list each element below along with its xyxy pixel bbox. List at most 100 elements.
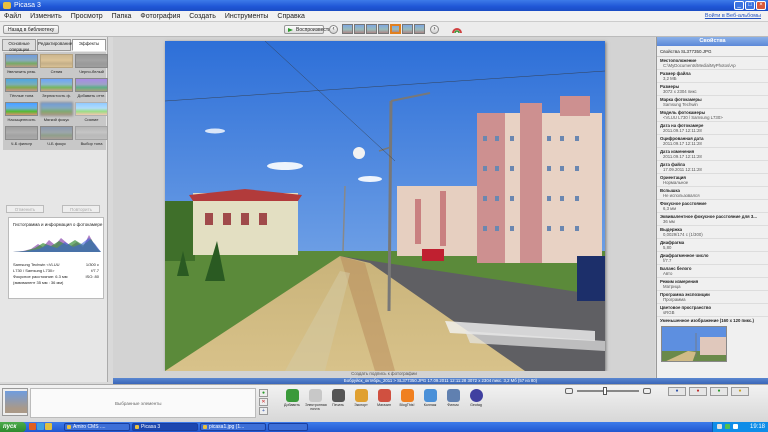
desktop-icon[interactable]	[37, 423, 44, 430]
play-button[interactable]: Воспроизвести	[284, 25, 331, 34]
zoom-knob[interactable]	[603, 387, 607, 395]
property-value: Авто	[663, 271, 673, 276]
filmstrip-thumb[interactable]	[354, 24, 365, 34]
effect-sharpen[interactable]: Увеличить резк.	[5, 54, 38, 76]
effect-saturation[interactable]: Насыщенность	[5, 102, 38, 124]
menu-create[interactable]: Создать	[189, 13, 216, 20]
window-controls: _ □ ×	[734, 1, 766, 10]
photo-caption-field[interactable]: Создать подпись к фотографии	[113, 371, 655, 378]
shop-icon	[377, 389, 391, 402]
zoom-track[interactable]	[577, 390, 639, 392]
folder-icon[interactable]	[45, 423, 52, 430]
undo-button[interactable]: Отменить	[6, 205, 44, 213]
effect-soft-focus[interactable]: Мягкий фокус	[40, 102, 73, 124]
menu-folder[interactable]: Папка	[112, 13, 132, 20]
filmstrip-thumb[interactable]	[342, 24, 353, 34]
hold-icon[interactable]: ●	[259, 389, 268, 397]
menu-file[interactable]: Файл	[4, 13, 21, 20]
menu-edit[interactable]: Изменить	[30, 13, 62, 20]
menu-tools[interactable]: Инструменты	[225, 13, 269, 20]
tags-icon[interactable]: ●	[710, 387, 728, 396]
email-button[interactable]: Электронная почта	[305, 389, 327, 411]
blogger-icon	[400, 389, 414, 402]
property-value: 6,3 мм	[663, 206, 677, 211]
geotag-button[interactable]: Geotag	[466, 389, 486, 411]
browser-icon[interactable]	[29, 423, 36, 430]
blogthis-button[interactable]: BlogThis!	[397, 389, 417, 411]
action-buttons: Добавить Электронная почта Печать Экспор…	[282, 389, 486, 411]
task-extra[interactable]	[268, 423, 308, 431]
places-icon[interactable]: ●	[689, 387, 707, 396]
selection-strip: Выбранные элементы	[30, 388, 256, 418]
photo-tray[interactable]	[2, 388, 28, 416]
action-label: Фильм	[447, 403, 459, 407]
histogram-panel: Гистограмма и информация о фотокамере Sa…	[8, 217, 104, 299]
maximize-button[interactable]: □	[745, 1, 755, 10]
back-to-library-button[interactable]: Назад в библиотеку	[3, 25, 60, 34]
effect-bw-focus[interactable]: Ч-Б фокус	[40, 126, 73, 148]
tab-basic[interactable]: Основные операции	[2, 39, 36, 52]
effect-bw-filter[interactable]: Ч-Б фильтр	[5, 126, 38, 148]
next-photo-button[interactable]: ›	[430, 25, 439, 34]
filmstrip-thumb[interactable]	[402, 24, 413, 34]
minimize-button[interactable]: _	[734, 1, 744, 10]
shop-button[interactable]: Магазин	[374, 389, 394, 411]
effect-label: Черно-белый	[79, 69, 104, 74]
zoom-out-icon[interactable]	[565, 388, 573, 394]
effect-bw[interactable]: Черно-белый	[75, 54, 108, 76]
network-icon[interactable]	[717, 424, 722, 429]
security-icon[interactable]	[725, 424, 730, 429]
effect-filtered-bw[interactable]: Выбор тона	[75, 126, 108, 148]
add-to-album-icon[interactable]: +	[259, 407, 268, 415]
effect-sepia[interactable]: Сепия	[40, 54, 73, 76]
sign-in-link[interactable]: Войти в Веб-альбомы	[705, 11, 761, 22]
property-value: Программа	[663, 297, 686, 302]
property-value: 3,2 МБ	[663, 76, 677, 81]
color-wheel-icon[interactable]	[452, 25, 462, 34]
property-value: 2011.09.17 12:11:28	[663, 154, 702, 159]
property-row: Оцифрованная дата 2011.09.17 12:11:28	[657, 135, 768, 148]
effect-thumbnail	[5, 126, 38, 140]
movie-button[interactable]: Фильм	[443, 389, 463, 411]
collage-button[interactable]: Коллаж	[420, 389, 440, 411]
filmstrip-thumb-selected[interactable]	[390, 24, 401, 34]
export-button[interactable]: Экспорт	[351, 389, 371, 411]
effect-thumbnail	[75, 126, 108, 140]
volume-icon[interactable]	[733, 424, 738, 429]
task-amiro[interactable]: Amiro CMS ....	[64, 423, 130, 431]
action-label: Магазин	[377, 403, 391, 407]
filmstrip-thumb[interactable]	[366, 24, 377, 34]
filmstrip-thumb[interactable]	[414, 24, 425, 34]
filmstrip	[342, 24, 425, 34]
effect-grain[interactable]: Зернистость ф.	[40, 78, 73, 100]
property-row: Вспышка Не использовался	[657, 187, 768, 200]
menu-bar: Файл Изменить Просмотр Папка Фотография …	[0, 11, 768, 22]
task-picasa-jpg[interactable]: picasa1.jpg (1...	[200, 423, 266, 431]
print-button[interactable]: Печать	[328, 389, 348, 411]
redo-button[interactable]: Повторить	[62, 205, 100, 213]
tab-tuning[interactable]: Редактирование	[37, 39, 72, 51]
tray-photo-thumbnail[interactable]	[5, 391, 27, 413]
start-button[interactable]: пуск	[0, 422, 26, 432]
main-photo[interactable]	[165, 41, 605, 371]
filmstrip-thumb[interactable]	[378, 24, 389, 34]
zoom-slider[interactable]	[565, 387, 659, 395]
upload-icon	[285, 389, 299, 402]
zoom-in-icon[interactable]	[643, 388, 651, 394]
close-button[interactable]: ×	[756, 1, 766, 10]
menu-help[interactable]: Справка	[277, 13, 304, 20]
effect-thumbnail	[75, 102, 108, 116]
prev-photo-button[interactable]: ‹	[329, 25, 338, 34]
effect-tint[interactable]: Добавить отте.	[75, 78, 108, 100]
task-picasa[interactable]: Picasa 3	[132, 423, 198, 431]
add-button[interactable]: Добавить	[282, 389, 302, 411]
histogram-title: Гистограмма и информация о фотокамере	[13, 222, 103, 227]
menu-view[interactable]: Просмотр	[71, 13, 103, 20]
info-icon[interactable]: ●	[731, 387, 749, 396]
menu-photo[interactable]: Фотография	[140, 13, 180, 20]
effect-warm[interactable]: Тёплые тона	[5, 78, 38, 100]
people-icon[interactable]: ●	[668, 387, 686, 396]
tab-effects[interactable]: Эффекты	[72, 39, 106, 51]
effect-glow[interactable]: Сияние	[75, 102, 108, 124]
clear-icon[interactable]: ✕	[259, 398, 268, 406]
